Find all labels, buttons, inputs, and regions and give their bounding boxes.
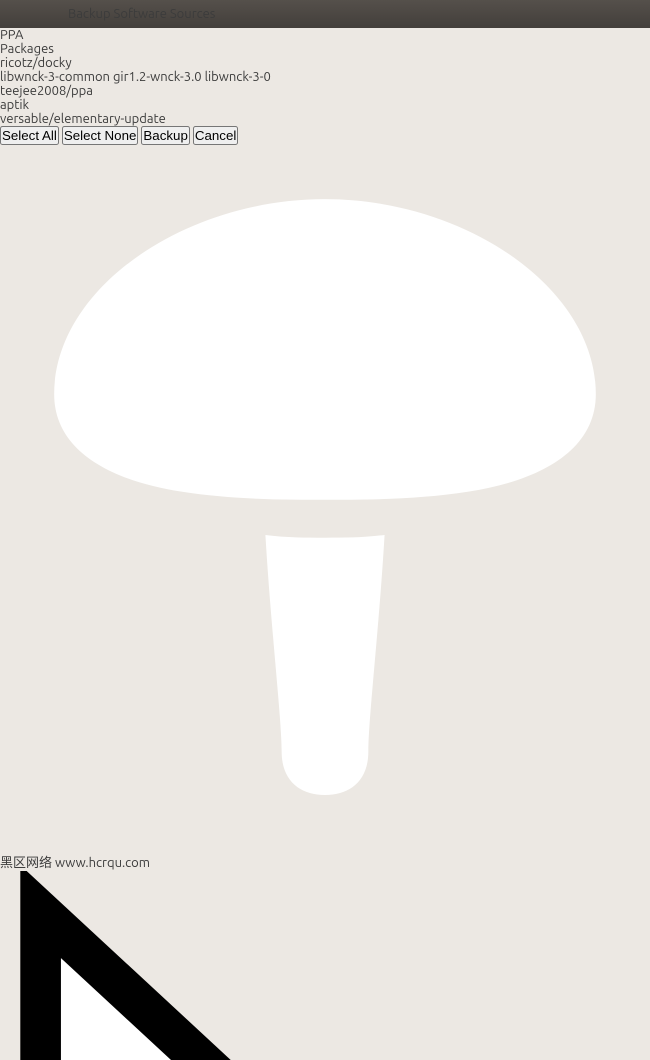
content-area: PPA Packages ricotz/dockylibwnck-3-commo… xyxy=(0,28,650,145)
header-packages[interactable]: Packages xyxy=(0,42,650,56)
close-icon[interactable] xyxy=(8,7,22,21)
cursor-icon xyxy=(0,871,650,1060)
row-packages: aptik xyxy=(0,98,650,112)
watermark: 黑区网络 www.hcrqu.com xyxy=(0,145,650,871)
watermark-title: 黑区网络 xyxy=(0,856,52,870)
select-none-button[interactable]: Select None xyxy=(62,126,139,145)
list-header: PPA Packages xyxy=(0,28,650,56)
mushroom-icon xyxy=(0,145,650,852)
titlebar: Backup Software Sources xyxy=(0,0,650,28)
backup-button[interactable]: Backup xyxy=(141,126,189,145)
list-rows: ricotz/dockylibwnck-3-common gir1.2-wnck… xyxy=(0,56,650,126)
table-row[interactable]: versable/elementary-update xyxy=(0,112,650,126)
minimize-icon[interactable] xyxy=(28,7,42,21)
header-ppa[interactable]: PPA xyxy=(0,28,650,42)
button-bar: Select All Select None Backup Cancel xyxy=(0,126,650,145)
window-title: Backup Software Sources xyxy=(68,7,215,21)
ppa-list: PPA Packages ricotz/dockylibwnck-3-commo… xyxy=(0,28,650,126)
watermark-url: www.hcrqu.com xyxy=(55,856,150,870)
row-ppa: teejee2008/ppa xyxy=(0,84,650,98)
table-row[interactable]: ricotz/dockylibwnck-3-common gir1.2-wnck… xyxy=(0,56,650,84)
row-packages: libwnck-3-common gir1.2-wnck-3.0 libwnck… xyxy=(0,70,650,84)
select-all-button[interactable]: Select All xyxy=(0,126,59,145)
maximize-icon[interactable] xyxy=(48,7,62,21)
row-ppa: versable/elementary-update xyxy=(0,112,650,126)
cancel-button[interactable]: Cancel xyxy=(193,126,239,145)
row-ppa: ricotz/docky xyxy=(0,56,650,70)
table-row[interactable]: teejee2008/ppaaptik xyxy=(0,84,650,112)
